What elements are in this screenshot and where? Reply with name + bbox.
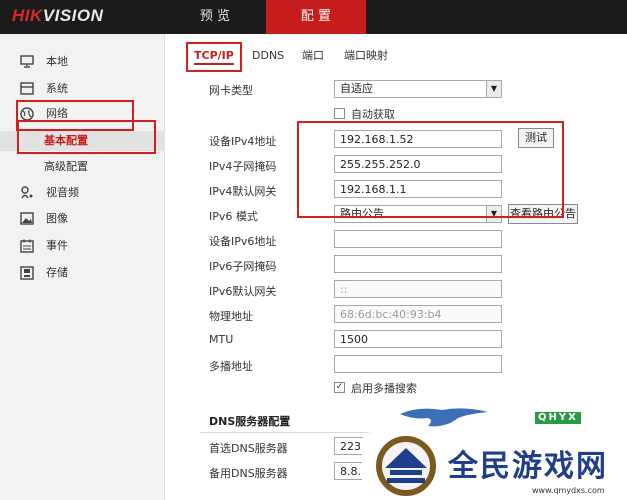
monitor-icon <box>19 55 35 69</box>
watermark-tag: QHYX <box>535 412 581 424</box>
storage-icon <box>19 266 35 280</box>
multicast-input[interactable] <box>334 355 502 373</box>
ipv6-addr-label: 设备IPv6地址 <box>209 235 277 248</box>
nic-type-label: 网卡类型 <box>209 84 253 97</box>
sidebar-item-label: 事件 <box>46 239 68 252</box>
sidebar-item-image[interactable]: 图像 <box>0 209 165 229</box>
ipv6-mask-input[interactable] <box>334 255 502 273</box>
highlight-basic-config <box>17 120 156 154</box>
system-icon <box>19 82 35 96</box>
image-icon <box>19 212 35 226</box>
ipv6-gateway-label: IPv6默认网关 <box>209 285 277 298</box>
sidebar-item-label: 存储 <box>46 266 68 279</box>
mac-label: 物理地址 <box>209 310 253 323</box>
sidebar-item-local[interactable]: 本地 <box>0 52 165 72</box>
ipv4-mask-label: IPv4子网掩码 <box>209 160 277 173</box>
ipv6-mask-label: IPv6子网掩码 <box>209 260 277 273</box>
tab-port[interactable]: 端口 <box>302 47 324 65</box>
calendar-icon <box>19 239 35 253</box>
highlight-ipv4-fields <box>297 121 564 218</box>
sidebar-item-storage[interactable]: 存储 <box>0 263 165 283</box>
watermark-text: 全民游戏网 <box>448 449 608 484</box>
emblem-icon <box>376 436 436 496</box>
sidebar-item-audio-video[interactable]: 视音频 <box>0 183 165 203</box>
secondary-dns-label: 备用DNS服务器 <box>209 467 288 480</box>
sidebar-item-label: 系统 <box>46 82 68 95</box>
ipv6-addr-input[interactable] <box>334 230 502 248</box>
dhcp-checkbox[interactable] <box>334 108 345 119</box>
multicast-search-label: 启用多播搜索 <box>351 382 417 395</box>
multicast-label: 多播地址 <box>209 360 253 373</box>
dhcp-label: 自动获取 <box>351 108 395 121</box>
watermark-url: www.qmydxs.com <box>532 486 605 495</box>
ipv6-mode-label: IPv6 模式 <box>209 210 258 223</box>
ipv4-gateway-label: IPv4默认网关 <box>209 185 277 198</box>
tab-port-mapping[interactable]: 端口映射 <box>344 47 388 65</box>
dns-section-title: DNS服务器配置 <box>209 415 291 428</box>
top-bar: HIKVISION 预 览 配 置 <box>0 0 627 34</box>
sidebar-item-label: 图像 <box>46 212 68 225</box>
highlight-tcpip-tab <box>186 42 242 72</box>
tab-ddns[interactable]: DDNS <box>252 47 284 65</box>
chevron-down-icon: ▼ <box>486 81 501 97</box>
multicast-search-checkbox[interactable]: ✓ <box>334 382 345 393</box>
nav-tab-config[interactable]: 配 置 <box>266 0 366 34</box>
nic-type-value: 自适应 <box>340 82 373 95</box>
nav-tab-preview[interactable]: 预 览 <box>172 0 258 34</box>
sidebar-item-advanced-config[interactable]: 高级配置 <box>0 157 165 177</box>
mic-icon <box>19 186 35 200</box>
mac-input <box>334 305 502 323</box>
sidebar-item-label: 高级配置 <box>44 160 88 173</box>
sidebar-item-label: 本地 <box>46 55 68 68</box>
bird-logo-icon <box>400 408 488 427</box>
nic-type-select[interactable]: 自适应 ▼ <box>334 80 502 98</box>
ipv6-gateway-input[interactable] <box>334 280 502 298</box>
sidebar-item-label: 视音频 <box>46 186 79 199</box>
sidebar-item-system[interactable]: 系统 <box>0 79 165 99</box>
hikvision-logo: HIKVISION <box>12 6 104 25</box>
ipv4-addr-label: 设备IPv4地址 <box>209 135 277 148</box>
mtu-label: MTU <box>209 333 234 346</box>
sidebar-item-event[interactable]: 事件 <box>0 236 165 256</box>
primary-dns-label: 首选DNS服务器 <box>209 442 288 455</box>
mtu-input[interactable] <box>334 330 502 348</box>
